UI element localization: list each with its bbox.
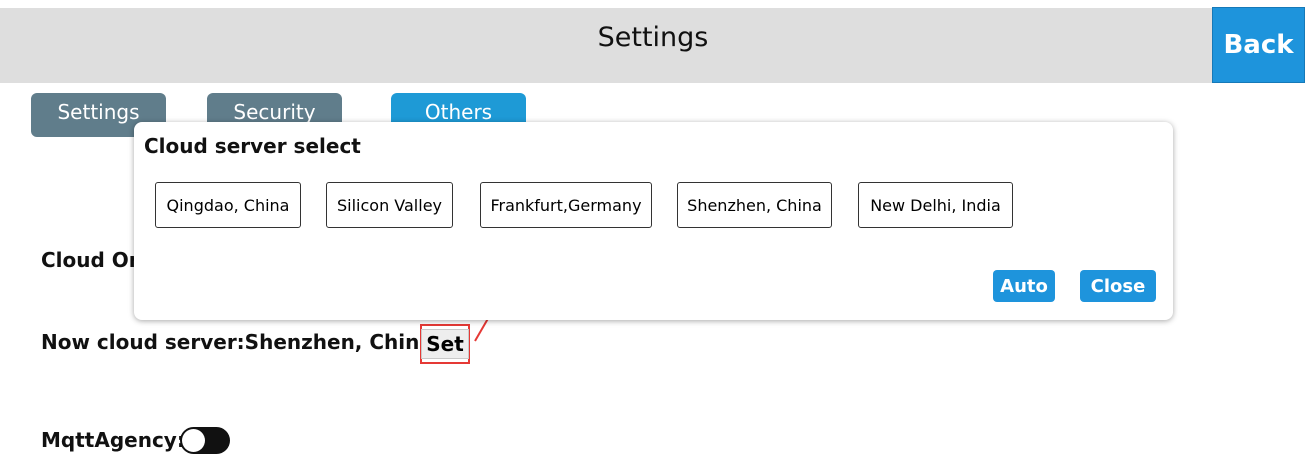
now-cloud-server-label: Now cloud server:Shenzhen, China — [41, 330, 433, 354]
mqtt-agency-label: MqttAgency: — [41, 428, 185, 452]
set-button-label: Set — [421, 329, 469, 359]
back-button[interactable]: Back — [1212, 7, 1305, 83]
toggle-knob — [182, 429, 205, 452]
cloud-server-select-dialog: Cloud server select Qingdao, China Silic… — [134, 122, 1173, 320]
close-button[interactable]: Close — [1080, 270, 1156, 302]
server-option-shenzhen[interactable]: Shenzhen, China — [677, 182, 832, 228]
dialog-title: Cloud server select — [144, 134, 361, 158]
auto-button[interactable]: Auto — [993, 270, 1055, 302]
server-option-silicon-valley[interactable]: Silicon Valley — [326, 182, 453, 228]
cloud-on-label: Cloud On — [41, 248, 144, 272]
server-option-frankfurt[interactable]: Frankfurt,Germany — [480, 182, 652, 228]
set-button[interactable]: Set — [420, 324, 470, 364]
server-option-new-delhi[interactable]: New Delhi, India — [858, 182, 1013, 228]
settings-page: Settings Back Settings Security Others C… — [0, 0, 1306, 455]
server-option-qingdao[interactable]: Qingdao, China — [155, 182, 301, 228]
mqtt-agency-toggle[interactable] — [180, 427, 230, 454]
page-title: Settings — [597, 22, 709, 53]
